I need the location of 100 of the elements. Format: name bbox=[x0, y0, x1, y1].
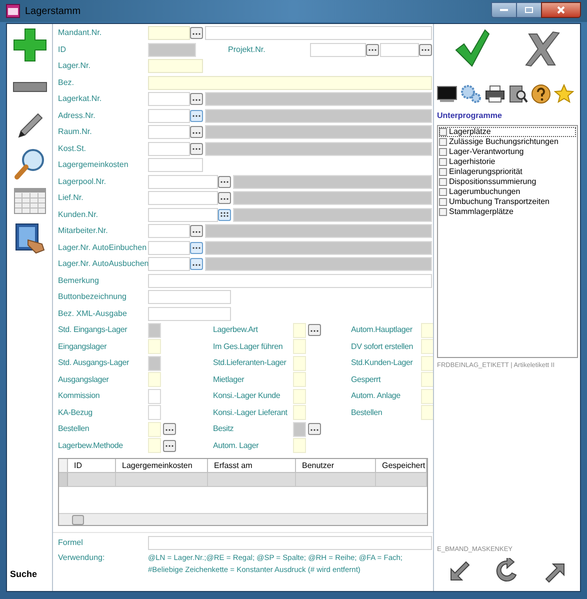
flag-field[interactable] bbox=[421, 356, 434, 371]
flag-field[interactable] bbox=[148, 438, 161, 454]
dots-icon bbox=[192, 146, 201, 152]
text-field[interactable] bbox=[148, 306, 231, 321]
arrow-down-left-icon[interactable] bbox=[448, 561, 471, 583]
field-label: Lagerbew.Methode bbox=[57, 440, 124, 452]
text-field[interactable] bbox=[148, 257, 190, 272]
dots-icon bbox=[192, 262, 201, 267]
dots-icon bbox=[165, 443, 174, 448]
list-item[interactable]: Lagerumbuchungen bbox=[439, 187, 576, 197]
flag-field[interactable] bbox=[148, 388, 161, 404]
field-label: Lagerkat.Nr. bbox=[57, 93, 103, 106]
flag-field[interactable] bbox=[421, 339, 434, 354]
flag-field[interactable] bbox=[293, 438, 306, 454]
text-field[interactable] bbox=[148, 125, 190, 140]
help-icon[interactable] bbox=[531, 84, 551, 104]
text-field[interactable] bbox=[148, 108, 190, 123]
close-icon bbox=[557, 6, 565, 14]
text-field[interactable] bbox=[148, 26, 190, 40]
dots-icon bbox=[192, 130, 201, 135]
field-label: Std. Eingangs-Lager bbox=[57, 324, 128, 336]
text-field[interactable] bbox=[148, 274, 432, 288]
field-label: Kost.St. bbox=[57, 142, 88, 155]
list-item[interactable]: Zulässige Buchungsrichtungen bbox=[439, 137, 576, 147]
text-field[interactable] bbox=[148, 240, 190, 255]
flag-field[interactable] bbox=[421, 322, 434, 338]
field-label: Bez. XML-Ausgabe bbox=[57, 308, 128, 320]
text-field[interactable] bbox=[148, 158, 203, 172]
text-field[interactable] bbox=[148, 142, 190, 156]
app-icon bbox=[6, 4, 20, 18]
monitor-icon[interactable] bbox=[437, 86, 457, 102]
flag-field[interactable] bbox=[148, 339, 161, 354]
list-item[interactable]: Umbuchung Transportzeiten bbox=[439, 197, 576, 207]
list-item[interactable]: Stammlagerplätze bbox=[439, 207, 576, 217]
checkmark-icon[interactable] bbox=[454, 28, 490, 68]
text-field[interactable] bbox=[380, 42, 419, 57]
arrow-up-right-icon[interactable] bbox=[544, 561, 566, 583]
flag-field[interactable] bbox=[293, 339, 306, 354]
list-item[interactable]: Lager-Verantwortung bbox=[439, 147, 576, 157]
grid-dots-icon bbox=[220, 212, 229, 218]
field-label: Projekt.Nr. bbox=[228, 44, 266, 56]
touchscreen-icon[interactable] bbox=[14, 222, 46, 256]
flag-field[interactable] bbox=[421, 405, 434, 420]
flag-field[interactable] bbox=[148, 405, 161, 420]
table-icon[interactable] bbox=[14, 188, 46, 214]
text-field[interactable] bbox=[310, 42, 366, 57]
text-field[interactable] bbox=[148, 92, 190, 106]
text-field[interactable] bbox=[205, 26, 432, 40]
section-title: Unterprogramme bbox=[437, 110, 503, 122]
maximize-button[interactable] bbox=[517, 2, 541, 18]
dots-icon bbox=[192, 228, 201, 234]
flag-field[interactable] bbox=[293, 405, 306, 420]
print-preview-icon[interactable] bbox=[508, 84, 528, 104]
flag-field[interactable] bbox=[293, 372, 306, 388]
minimize-button[interactable] bbox=[491, 2, 517, 18]
text-field[interactable] bbox=[148, 174, 218, 189]
field-label: Besitz bbox=[213, 423, 235, 436]
text-field[interactable] bbox=[148, 208, 218, 222]
field-label: Lager.Nr. AutoEinbuchen bbox=[57, 242, 148, 254]
field-label: Std.Kunden-Lager bbox=[351, 357, 414, 370]
add-icon[interactable] bbox=[12, 28, 46, 62]
list-item[interactable]: Lagerplätze bbox=[439, 127, 576, 137]
printer-icon[interactable] bbox=[485, 85, 505, 103]
dots-icon bbox=[165, 426, 174, 432]
close-button[interactable] bbox=[541, 2, 581, 18]
field-label: Lager.Nr. AutoAusbuchen bbox=[57, 258, 148, 270]
text-field[interactable] bbox=[148, 224, 190, 238]
pencil-icon[interactable] bbox=[16, 112, 44, 140]
flag-field[interactable] bbox=[293, 356, 306, 371]
flag-field[interactable] bbox=[421, 388, 434, 404]
dots-icon bbox=[192, 245, 201, 250]
list-item[interactable]: Lagerhistorie bbox=[439, 157, 576, 167]
text-field[interactable] bbox=[148, 290, 231, 304]
search-label[interactable]: Suche bbox=[10, 568, 38, 581]
field-label: Ausgangslager bbox=[57, 374, 110, 386]
horizontal-scrollbar[interactable] bbox=[59, 513, 427, 525]
field-label: KA-Bezug bbox=[57, 406, 94, 419]
text-field[interactable] bbox=[148, 59, 203, 74]
field-label: Im Ges.Lager führen bbox=[213, 340, 284, 353]
minus-icon[interactable] bbox=[12, 82, 46, 92]
flag-field[interactable] bbox=[421, 372, 434, 388]
flag-field[interactable] bbox=[148, 422, 161, 437]
list-item[interactable]: Dispositionssummierung bbox=[439, 177, 576, 187]
flag-field[interactable] bbox=[148, 372, 161, 388]
star-icon[interactable] bbox=[554, 84, 574, 104]
field-label: Mietlager bbox=[213, 374, 246, 386]
formula-field[interactable] bbox=[148, 536, 432, 550]
lookup-button[interactable] bbox=[218, 208, 231, 221]
text-field[interactable] bbox=[148, 76, 432, 90]
field-label: Lief.Nr. bbox=[57, 192, 84, 204]
flag-field[interactable] bbox=[293, 322, 306, 338]
dots-icon bbox=[421, 47, 430, 52]
text-field[interactable] bbox=[148, 191, 218, 206]
flag-field[interactable] bbox=[293, 388, 306, 404]
list-item[interactable]: Einlagerungspriorität bbox=[439, 167, 576, 177]
search-icon[interactable] bbox=[14, 148, 46, 180]
dots-icon bbox=[368, 47, 377, 52]
dots-icon bbox=[310, 328, 319, 333]
scroll-thumb[interactable] bbox=[72, 514, 84, 524]
field-label: Std.Lieferanten-Lager bbox=[213, 357, 288, 370]
